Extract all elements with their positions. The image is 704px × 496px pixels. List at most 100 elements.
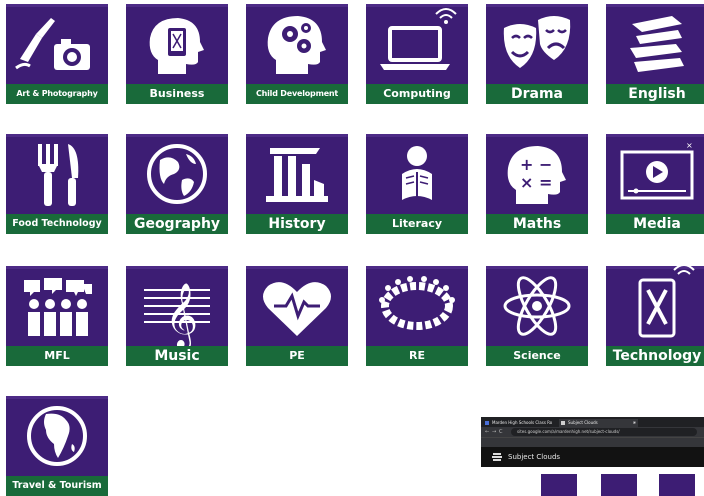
head-with-phone-icon	[149, 18, 204, 74]
subject-tile-geography[interactable]: Geography	[126, 134, 228, 234]
tile-label: Drama	[486, 84, 588, 104]
subject-tile-literacy[interactable]: Literacy	[366, 134, 468, 234]
subject-tile-maths[interactable]: + − × = Maths	[486, 134, 588, 234]
heartbeat-icon	[263, 282, 331, 336]
tile-label: Geography	[126, 214, 228, 234]
new-tab-button[interactable]: +	[631, 419, 643, 427]
subject-tile-technology[interactable]: Technology	[606, 266, 704, 366]
browser-tab[interactable]: Marden High Schools Class Ro ×	[483, 419, 567, 427]
mini-tile	[601, 474, 637, 496]
palette-knife-camera-icon	[15, 18, 90, 70]
subject-tile-mfl[interactable]: MFL	[6, 266, 108, 366]
tile-label: MFL	[6, 346, 108, 366]
subject-tile-drama[interactable]: Drama	[486, 4, 588, 104]
treble-clef-icon: 𝄞	[144, 283, 210, 346]
person-reading-icon	[402, 146, 432, 200]
bookmarks-bar: AppsSuggested SitesWeb Slice GalleryImpo…	[481, 437, 704, 447]
tile-artwork	[486, 4, 588, 84]
tile-artwork: + − × =	[486, 134, 588, 214]
tile-artwork	[246, 266, 348, 346]
subject-tile-re[interactable]: RE	[366, 266, 468, 366]
circle-of-people-icon	[379, 276, 455, 330]
tile-artwork: 𝄞	[126, 266, 228, 346]
head-math-symbols-icon: + −× =	[507, 146, 566, 204]
tile-label: Child Development	[246, 84, 348, 104]
tile-artwork	[366, 4, 468, 84]
tile-label: Food Technology	[6, 214, 108, 234]
url-field[interactable]: sites.google.com/a/mardenhigh.net/subjec…	[511, 428, 697, 436]
subject-tile-art-photography[interactable]: Art & Photography	[6, 4, 108, 104]
tile-artwork	[366, 134, 468, 214]
globe-africa-icon	[27, 406, 87, 466]
tablet-tools-icon	[638, 266, 695, 338]
tile-artwork: ×	[606, 134, 704, 214]
subject-tile-science[interactable]: Science	[486, 266, 588, 366]
globe-icon	[147, 144, 207, 204]
tile-artwork	[246, 134, 348, 214]
tile-artwork	[6, 4, 108, 84]
browser-tab-active[interactable]: Subject Clouds ×	[559, 419, 638, 427]
subject-tile-music[interactable]: 𝄞 Music	[126, 266, 228, 366]
subject-tile-history[interactable]: History	[246, 134, 348, 234]
tile-label: Music	[126, 346, 228, 366]
tile-artwork	[606, 266, 704, 346]
site-logo-icon	[492, 453, 502, 461]
tile-artwork	[126, 4, 228, 84]
tile-label: Art & Photography	[6, 84, 108, 104]
tile-label: Travel & Tourism	[6, 476, 108, 496]
svg-text:× =: × =	[520, 173, 552, 192]
mini-tile	[659, 474, 695, 496]
tab-favicon-icon	[485, 421, 489, 425]
subject-tile-media[interactable]: × Media	[606, 134, 704, 234]
tile-label: Science	[486, 346, 588, 366]
tile-label: History	[246, 214, 348, 234]
tile-label: Literacy	[366, 214, 468, 234]
subject-tile-child-development[interactable]: Child Development	[246, 4, 348, 104]
video-player-icon: ×	[620, 141, 694, 200]
subject-tile-computing[interactable]: Computing	[366, 4, 468, 104]
url-text: sites.google.com/a/mardenhigh.net/subjec…	[517, 429, 620, 434]
tile-artwork	[606, 4, 704, 84]
fork-knife-icon	[38, 144, 79, 206]
address-bar-row: ← → C sites.google.com/a/mardenhigh.net/…	[481, 427, 704, 437]
people-speech-bubbles-icon	[24, 278, 92, 336]
new-tab-label: +	[633, 420, 637, 425]
back-icon[interactable]: ←	[485, 428, 489, 436]
tab-label: Marden High Schools Class Ro	[492, 420, 553, 425]
tab-label: Subject Clouds	[568, 420, 598, 425]
subject-tile-pe[interactable]: PE	[246, 266, 348, 366]
book-stack-icon	[630, 16, 684, 72]
subject-tile-travel-tourism[interactable]: Travel & Tourism	[6, 396, 108, 496]
tile-label: RE	[366, 346, 468, 366]
tile-label: Maths	[486, 214, 588, 234]
site-title: Subject Clouds	[508, 453, 561, 461]
tile-label: Business	[126, 84, 228, 104]
theatre-masks-icon	[503, 16, 571, 68]
tile-label: English	[606, 84, 704, 104]
reload-icon[interactable]: C	[499, 428, 503, 436]
atom-icon	[503, 276, 571, 336]
tab-favicon-icon	[561, 421, 565, 425]
tile-label: Technology	[606, 346, 704, 366]
browser-screenshot-thumbnail: Marden High Schools Class Ro × Subject C…	[481, 417, 704, 496]
browser-tab-strip: Marden High Schools Class Ro × Subject C…	[481, 417, 704, 427]
tile-artwork	[366, 266, 468, 346]
subject-tile-english[interactable]: English	[606, 4, 704, 104]
subject-tile-food-technology[interactable]: Food Technology	[6, 134, 108, 234]
tile-label: Computing	[366, 84, 468, 104]
tile-artwork	[6, 396, 108, 476]
head-with-gears-icon	[267, 16, 326, 74]
tile-artwork	[126, 134, 228, 214]
tile-artwork	[6, 134, 108, 214]
site-header: Subject Clouds	[481, 447, 704, 467]
svg-text:𝄞: 𝄞	[165, 283, 198, 346]
subject-tile-business[interactable]: Business	[126, 4, 228, 104]
forward-icon[interactable]: →	[492, 428, 496, 436]
laptop-wifi-icon	[380, 8, 457, 70]
mini-tile	[541, 474, 577, 496]
tile-artwork	[246, 4, 348, 84]
svg-text:+ −: + −	[520, 155, 552, 174]
svg-text:×: ×	[686, 141, 693, 150]
tile-label: Media	[606, 214, 704, 234]
ruins-columns-icon	[266, 148, 328, 202]
